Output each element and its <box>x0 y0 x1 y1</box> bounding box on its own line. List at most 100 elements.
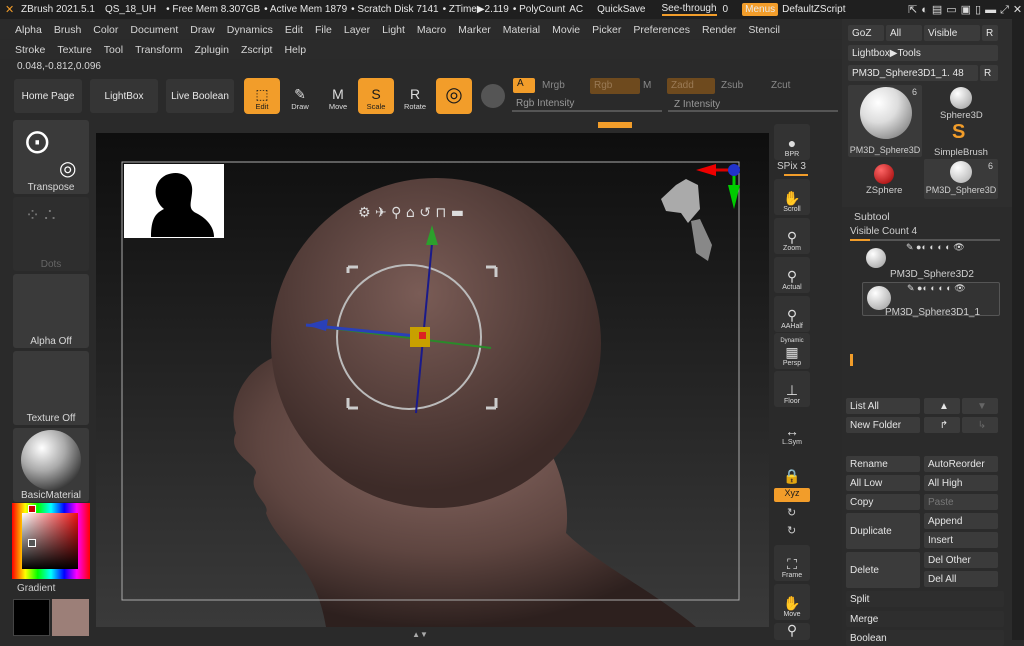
persp-button[interactable]: Dynamic ▦ Persp <box>774 333 810 369</box>
bpr-button[interactable]: ● BPR <box>774 124 810 160</box>
rotate-button[interactable]: R Rotate <box>397 78 433 114</box>
z-intensity-slider[interactable]: Z Intensity <box>674 99 720 110</box>
zcut-button[interactable]: Zcut <box>771 80 790 91</box>
scroll-indicator[interactable] <box>598 122 632 128</box>
main-color-swatch[interactable] <box>52 599 89 636</box>
gizmo-toolbar-icons[interactable]: ⚙ ✈ ⚲ ⌂ ↺ ⊓ ▬ <box>358 205 464 221</box>
menu-zplugin[interactable]: Zplugin <box>189 44 235 56</box>
color-picker[interactable] <box>12 503 90 579</box>
simplebrush-icon[interactable]: S <box>952 121 965 144</box>
right-scrollbar[interactable] <box>1012 19 1024 640</box>
m-button[interactable]: M <box>643 80 651 91</box>
menu-file[interactable]: File <box>309 24 338 36</box>
delete-button[interactable]: Delete <box>846 552 920 588</box>
subtool-item-icons[interactable]: ✎ ●◐ ◐ ◐ ◐ 👁 <box>906 242 965 253</box>
menu-document[interactable]: Document <box>124 24 184 36</box>
append-button[interactable]: Append <box>924 513 998 529</box>
rotate-z-icon[interactable]: ↻ <box>787 524 796 537</box>
spix-slider[interactable] <box>784 174 808 176</box>
home-page-button[interactable]: Home Page <box>14 79 82 113</box>
aahalf-button[interactable]: ⚲ AAHalf <box>774 296 810 332</box>
current-tool-button[interactable]: PM3D_Sphere3D1_1. 48 <box>848 65 978 81</box>
menu-edit[interactable]: Edit <box>279 24 309 36</box>
tool-thumb-big[interactable]: 6 PM3D_Sphere3D <box>848 85 922 157</box>
rgb-intensity-slider[interactable]: Rgb Intensity <box>516 98 574 109</box>
menus-button[interactable]: Menus <box>742 3 779 16</box>
subtool-item-2[interactable]: ✎ ●◐ ◐ ◐ ◐ 👁 PM3D_Sphere3D1_1 <box>862 282 1000 318</box>
live-boolean-button[interactable]: Live Boolean <box>166 79 234 113</box>
copy-button[interactable]: Copy <box>846 494 920 510</box>
subtool-item-1[interactable]: ✎ ●◐ ◐ ◐ ◐ 👁 PM3D_Sphere3D2 <box>862 242 1000 280</box>
window-controls-icons[interactable]: ⇱◐▤▭▣▯▬⤢✕ <box>908 3 1024 17</box>
subtool-title[interactable]: Subtool <box>854 211 890 223</box>
visible-count-track[interactable] <box>850 239 1000 241</box>
lsym-button[interactable]: ↔ L.Sym <box>774 412 810 448</box>
secondary-color-swatch[interactable] <box>13 599 50 636</box>
draw-button[interactable]: ✎ Draw <box>282 78 318 114</box>
sphere-mode-icon[interactable] <box>481 84 505 108</box>
duplicate-button[interactable]: Duplicate <box>846 513 920 549</box>
new-folder-button[interactable]: New Folder <box>846 417 920 433</box>
lightbox-button[interactable]: LightBox <box>90 79 158 113</box>
menu-picker[interactable]: Picker <box>586 24 627 36</box>
rename-button[interactable]: Rename <box>846 456 920 472</box>
rgb-button[interactable]: Rgb <box>590 78 640 94</box>
material-tile[interactable]: BasicMaterial <box>13 428 89 502</box>
viewport-canvas[interactable]: ⚙ ✈ ⚲ ⌂ ↺ ⊓ ▬ <box>96 133 769 627</box>
actual-button[interactable]: ⚲ Actual <box>774 257 810 293</box>
menu-material[interactable]: Material <box>497 24 546 36</box>
visible-count[interactable]: Visible Count 4 <box>850 226 917 237</box>
r2-button[interactable]: R <box>980 65 998 81</box>
list-all-button[interactable]: List All <box>846 398 920 414</box>
merge-button[interactable]: Merge <box>846 611 1004 627</box>
menu-zscript[interactable]: Zscript <box>235 44 279 56</box>
move-down-icon[interactable]: ▼ <box>962 398 998 414</box>
zoom3d-button[interactable]: ⚲ <box>774 622 810 640</box>
boolean-button[interactable]: Boolean <box>846 630 1004 646</box>
mrgb-button[interactable]: Mrgb <box>542 80 565 91</box>
menu-light[interactable]: Light <box>376 24 411 36</box>
goz-button[interactable]: GoZ <box>848 25 884 41</box>
floor-button[interactable]: ⊥ Floor <box>774 371 810 407</box>
menu-alpha[interactable]: Alpha <box>9 24 48 36</box>
menu-stencil[interactable]: Stencil <box>742 24 786 36</box>
pm3d-thumb[interactable]: 6 PM3D_Sphere3D <box>924 159 998 199</box>
zsphere-thumb-icon[interactable] <box>874 164 894 184</box>
xyz-button[interactable]: Xyz <box>774 488 810 502</box>
z-intensity-track[interactable] <box>668 110 838 112</box>
lock-button[interactable]: 🔒 <box>774 450 810 486</box>
edit-button[interactable]: ⬚ Edit <box>244 78 280 114</box>
frame-button[interactable]: ⛶ Frame <box>774 545 810 581</box>
menu-draw[interactable]: Draw <box>184 24 221 36</box>
transpose-tile[interactable]: ⊙ ◎ Transpose <box>13 120 89 194</box>
gradient-label[interactable]: Gradient <box>17 583 55 594</box>
autoreorder-button[interactable]: AutoReorder <box>924 456 998 472</box>
quicksave-button[interactable]: QuickSave <box>597 4 645 15</box>
del-other-button[interactable]: Del Other <box>924 552 998 568</box>
gizmo-center-red[interactable] <box>419 332 426 339</box>
sphere3d-thumb-icon[interactable] <box>950 87 972 109</box>
menu-dynamics[interactable]: Dynamics <box>221 24 279 36</box>
rgb-intensity-track[interactable] <box>512 110 662 112</box>
menu-brush[interactable]: Brush <box>48 24 87 36</box>
subtool-scrollbar[interactable] <box>850 354 853 366</box>
scale-button[interactable]: S Scale <box>358 78 394 114</box>
menu-stroke[interactable]: Stroke <box>9 44 51 56</box>
menu-transform[interactable]: Transform <box>129 44 188 56</box>
a-button[interactable]: A <box>513 78 535 93</box>
all-button[interactable]: All <box>886 25 922 41</box>
move-view-button[interactable]: ✋ Move <box>774 584 810 620</box>
texture-tile[interactable]: Texture Off <box>13 351 89 425</box>
default-zscript[interactable]: DefaultZScript <box>782 4 845 15</box>
menu-layer[interactable]: Layer <box>338 24 376 36</box>
hue-marker[interactable] <box>28 505 36 513</box>
menu-render[interactable]: Render <box>696 24 742 36</box>
bottom-tray-toggle[interactable]: ▲▼ <box>380 630 460 639</box>
menu-tool[interactable]: Tool <box>98 44 129 56</box>
zadd-button[interactable]: Zadd <box>667 78 715 94</box>
menu-macro[interactable]: Macro <box>411 24 452 36</box>
zoom-button[interactable]: ⚲ Zoom <box>774 218 810 254</box>
menu-preferences[interactable]: Preferences <box>627 24 696 36</box>
folder-arrow-icon[interactable]: ↱ <box>924 417 960 433</box>
menu-movie[interactable]: Movie <box>546 24 586 36</box>
